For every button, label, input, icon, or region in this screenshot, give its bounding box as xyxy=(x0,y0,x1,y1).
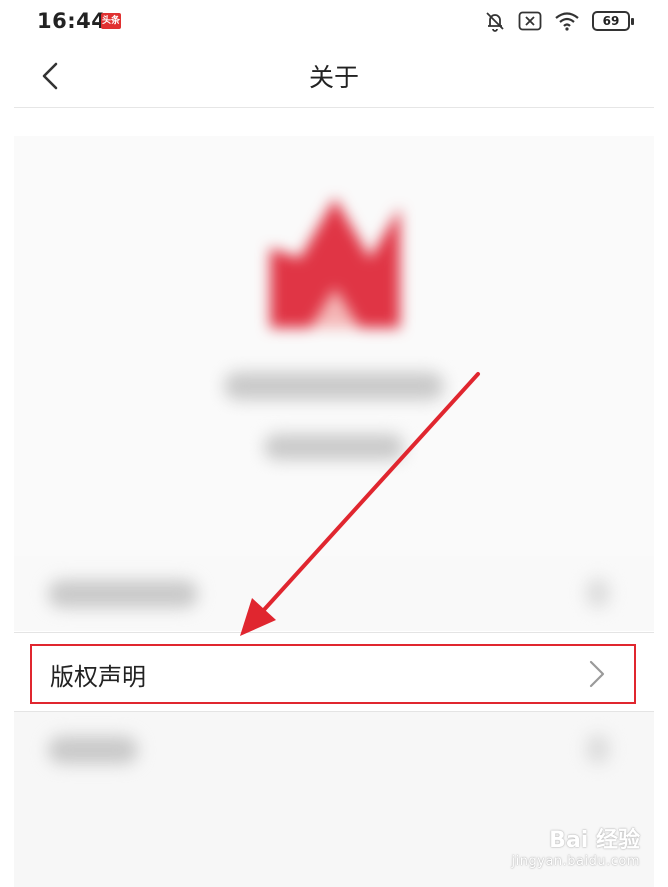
bell-off-icon xyxy=(486,12,504,32)
status-bar: 16:44 头条 69 xyxy=(0,0,668,44)
list-item-label-blurred xyxy=(48,736,138,764)
close-box-icon xyxy=(518,11,542,31)
toutiao-app-icon: 头条 xyxy=(101,13,121,29)
about-header xyxy=(14,136,654,556)
nav-bar: 关于 xyxy=(14,44,654,108)
chevron-right-icon xyxy=(586,578,610,608)
status-time: 16:44 xyxy=(37,9,107,33)
list-item[interactable] xyxy=(14,556,654,631)
wifi-icon xyxy=(555,12,579,31)
app-logo xyxy=(270,198,400,328)
version-blurred xyxy=(264,434,404,460)
list-item-copyright[interactable]: 版权声明 xyxy=(14,632,654,712)
baidu-watermark: Bai 经验 jingyan.baidu.com xyxy=(512,822,640,869)
battery-icon: 69 xyxy=(592,11,634,31)
watermark-url: jingyan.baidu.com xyxy=(511,854,640,869)
chevron-right-icon xyxy=(589,660,605,688)
watermark-brand: Bai 经验 xyxy=(549,828,640,853)
list-item-label: 版权声明 xyxy=(50,663,146,691)
status-icons: 69 xyxy=(484,10,634,32)
chevron-right-icon xyxy=(586,734,610,764)
list-item-label-blurred xyxy=(48,580,198,608)
page-title: 关于 xyxy=(308,63,359,92)
app-name-blurred xyxy=(224,372,444,400)
